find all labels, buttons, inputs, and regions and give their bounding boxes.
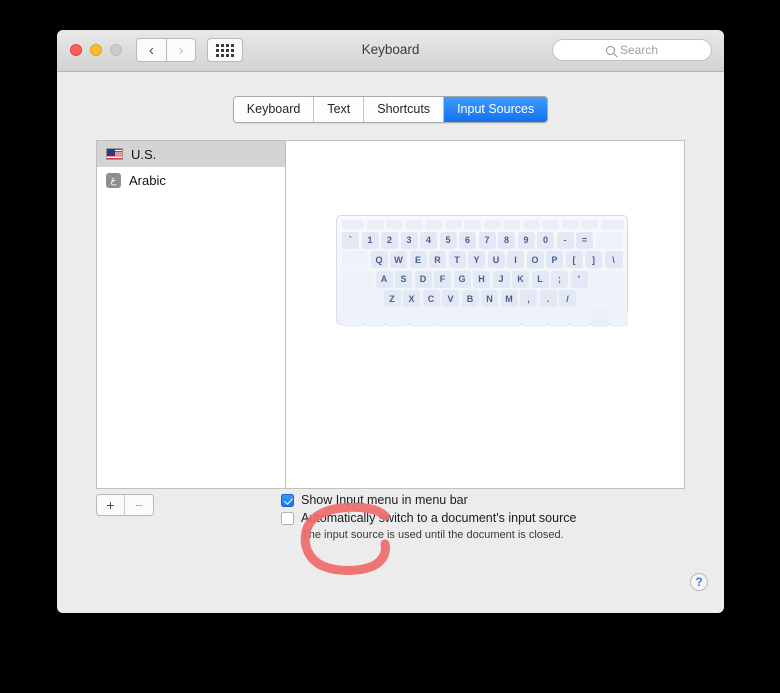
keyboard-preferences-window: ‹ › Keyboard Search Keyboard Text Shortc… bbox=[57, 30, 724, 613]
key-equals: = bbox=[576, 231, 593, 249]
key-y: Y bbox=[468, 251, 485, 268]
key-6: 6 bbox=[459, 231, 476, 249]
options-group: Show Input menu in menu bar Automaticall… bbox=[281, 493, 576, 541]
key-w: W bbox=[390, 251, 407, 268]
keyboard-row-modifiers bbox=[342, 309, 628, 327]
key-option-left bbox=[387, 309, 407, 327]
key-9: 9 bbox=[517, 231, 535, 249]
help-button[interactable]: ? bbox=[690, 573, 708, 591]
key-v: V bbox=[442, 290, 459, 307]
keyboard-layout-preview-panel: ` 1 2 3 4 5 6 7 8 9 0 - = Q W E R T Y U … bbox=[285, 140, 685, 489]
arabic-letter-icon: ع bbox=[106, 172, 121, 188]
key-fn bbox=[342, 309, 362, 327]
key-r: R bbox=[429, 251, 446, 268]
key-8: 8 bbox=[498, 231, 515, 249]
key-arrow-right bbox=[610, 309, 628, 327]
auto-switch-checkbox[interactable] bbox=[281, 511, 294, 525]
key-a: A bbox=[375, 270, 393, 288]
key-delete bbox=[595, 231, 623, 249]
key-z: Z bbox=[383, 290, 401, 307]
list-item-label: Arabic bbox=[129, 172, 166, 188]
key-capslock bbox=[342, 270, 373, 288]
keyboard-layout-preview: ` 1 2 3 4 5 6 7 8 9 0 - = Q W E R T Y U … bbox=[336, 215, 628, 327]
key-backslash: \ bbox=[604, 251, 623, 268]
key-q: Q bbox=[370, 251, 388, 268]
key-s: S bbox=[395, 270, 412, 288]
key-semicolon: ; bbox=[551, 270, 568, 288]
key-tab bbox=[342, 251, 368, 268]
key-k: K bbox=[512, 270, 529, 288]
key-control bbox=[364, 309, 385, 327]
keyboard-row-function bbox=[342, 220, 624, 229]
key-b: B bbox=[461, 290, 479, 307]
key-bracket-left: [ bbox=[565, 251, 583, 268]
key-arrow-down bbox=[591, 318, 608, 327]
show-input-menu-checkbox[interactable] bbox=[281, 493, 294, 507]
option-label: Automatically switch to a document's inp… bbox=[301, 511, 577, 525]
key-5: 5 bbox=[439, 231, 457, 249]
option-auto-switch[interactable]: Automatically switch to a document's inp… bbox=[281, 511, 576, 525]
key-1: 1 bbox=[361, 231, 379, 249]
option-show-input-menu[interactable]: Show Input menu in menu bar bbox=[281, 493, 576, 507]
key-3: 3 bbox=[400, 231, 418, 249]
key-shift-right bbox=[578, 290, 621, 307]
key-e: E bbox=[409, 251, 427, 268]
key-n: N bbox=[481, 290, 498, 307]
keyboard-row-numbers: ` 1 2 3 4 5 6 7 8 9 0 - = bbox=[342, 231, 623, 249]
key-slash: / bbox=[559, 290, 576, 307]
key-i: I bbox=[507, 251, 524, 268]
input-source-list[interactable]: U.S. ع Arabic bbox=[96, 140, 285, 489]
key-d: D bbox=[414, 270, 432, 288]
key-l: L bbox=[531, 270, 549, 288]
key-arrow-left bbox=[571, 309, 589, 327]
key-option-right bbox=[549, 309, 569, 327]
key-backtick: ` bbox=[342, 231, 359, 249]
key-arrow-updown bbox=[591, 310, 608, 327]
add-input-source-button[interactable]: + bbox=[97, 495, 125, 515]
key-0: 0 bbox=[537, 231, 554, 249]
key-u: U bbox=[487, 251, 505, 268]
list-item-label: U.S. bbox=[131, 146, 157, 162]
keyboard-row-qwerty: Q W E R T Y U I O P [ ] \ bbox=[342, 251, 623, 268]
key-7: 7 bbox=[478, 231, 496, 249]
key-bracket-right: ] bbox=[585, 251, 602, 268]
option-hint-text: The input source is used until the docum… bbox=[302, 529, 564, 541]
main-content: U.S. ع Arabic ` 1 2 3 4 5 6 7 8 9 0 - = … bbox=[57, 30, 724, 613]
add-remove-controls[interactable]: + − bbox=[96, 494, 154, 516]
key-c: C bbox=[422, 290, 440, 307]
key-o: O bbox=[526, 251, 544, 268]
keyboard-row-bottom-letters: Z X C V B N M , . / bbox=[342, 290, 622, 307]
key-h: H bbox=[473, 270, 490, 288]
list-item-arabic[interactable]: ع Arabic bbox=[97, 167, 285, 193]
key-j: J bbox=[492, 270, 510, 288]
key-m: M bbox=[500, 290, 518, 307]
key-shift-left bbox=[342, 290, 381, 307]
key-x: X bbox=[403, 290, 420, 307]
key-f: F bbox=[434, 270, 451, 288]
list-item-us[interactable]: U.S. bbox=[97, 141, 285, 167]
key-2: 2 bbox=[381, 231, 398, 249]
key-return bbox=[590, 270, 623, 288]
option-label: Show Input menu in menu bar bbox=[301, 493, 468, 507]
key-period: . bbox=[539, 290, 557, 307]
key-quote: ' bbox=[570, 270, 588, 288]
key-t: T bbox=[448, 251, 466, 268]
key-p: P bbox=[546, 251, 563, 268]
remove-input-source-button[interactable]: − bbox=[125, 495, 153, 515]
key-minus: - bbox=[556, 231, 574, 249]
key-space bbox=[438, 309, 520, 327]
key-comma: , bbox=[520, 290, 537, 307]
keyboard-row-home: A S D F G H J K L ; ' bbox=[342, 270, 623, 288]
key-arrow-up bbox=[591, 310, 608, 317]
key-4: 4 bbox=[420, 231, 437, 249]
key-command-left bbox=[409, 309, 436, 327]
key-command-right bbox=[522, 309, 547, 327]
us-flag-icon bbox=[106, 148, 123, 160]
key-g: G bbox=[453, 270, 471, 288]
